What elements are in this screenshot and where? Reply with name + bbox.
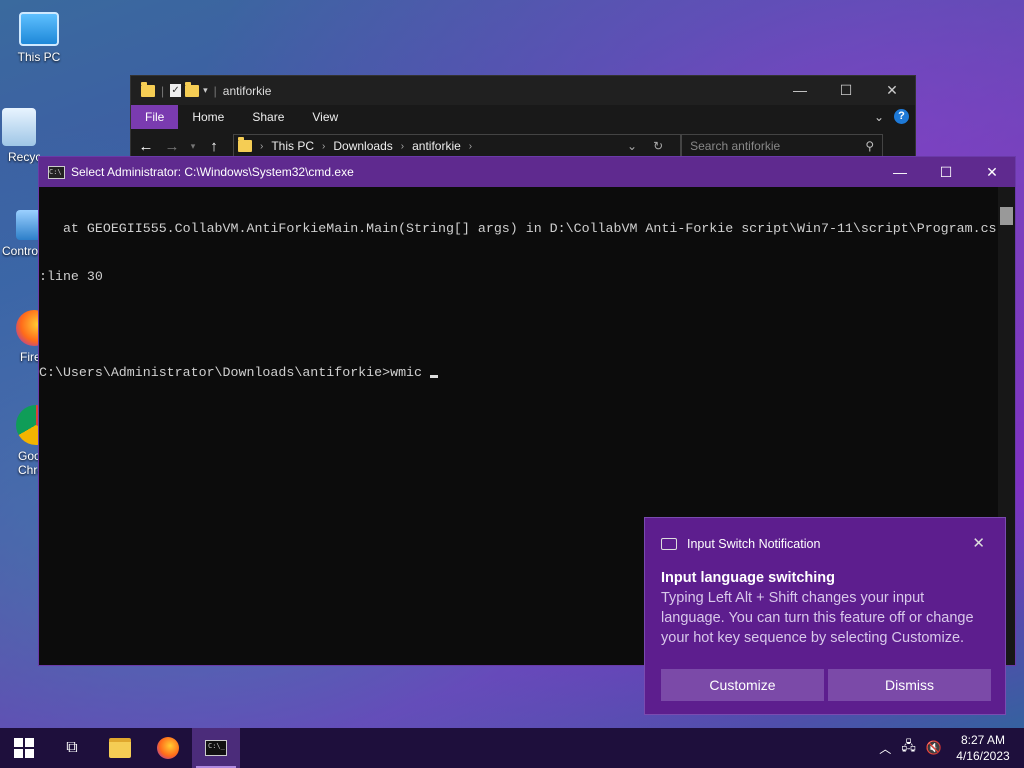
system-tray: ︿ 🖧 🔇 8:27 AM 4/16/2023 <box>879 728 1024 768</box>
chevron-right-icon[interactable]: › <box>322 141 325 152</box>
keyboard-icon <box>661 538 677 550</box>
breadcrumb-antiforkie[interactable]: antiforkie <box>412 139 461 153</box>
clock-date: 4/16/2023 <box>956 749 1010 763</box>
search-input[interactable]: Search antiforkie ⚲ <box>681 134 884 158</box>
cmd-maximize-button[interactable]: ☐ <box>923 157 969 187</box>
chevron-down-icon[interactable]: ▾ <box>203 85 208 96</box>
taskbar: ⧉ C:\_ ︿ 🖧 🔇 8:27 AM 4/16/2023 <box>0 728 1024 768</box>
back-arrow-icon[interactable]: ← <box>135 138 157 155</box>
new-folder-icon[interactable] <box>185 81 200 97</box>
cmd-close-button[interactable]: ✕ <box>969 157 1015 187</box>
customize-button[interactable]: Customize <box>661 669 824 701</box>
notification-header: Input Switch Notification ✕ <box>645 518 1005 570</box>
cmd-icon: C:\_ <box>205 740 227 756</box>
this-pc-icon <box>19 12 59 46</box>
console-line: at GEOEGII555.CollabVM.AntiForkieMain.Ma… <box>39 221 997 236</box>
breadcrumb-downloads[interactable]: Downloads <box>333 139 392 153</box>
desktop-icon-label: Goo Chro <box>18 449 38 477</box>
chevron-up-icon[interactable]: ︿ <box>879 740 891 757</box>
network-icon[interactable]: 🖧 <box>901 737 916 759</box>
text-cursor <box>430 375 439 378</box>
desktop-icon-firefox[interactable]: Fire <box>2 310 38 364</box>
chevron-down-icon[interactable]: ⌄ <box>627 139 637 153</box>
tab-share[interactable]: Share <box>238 105 298 129</box>
chevron-right-icon[interactable]: › <box>469 141 472 152</box>
explorer-maximize-button[interactable]: ☐ <box>823 76 869 105</box>
cmd-icon: C:\ <box>48 165 65 179</box>
search-placeholder: Search antiforkie <box>690 139 781 153</box>
cmd-title: Select Administrator: C:\Windows\System3… <box>71 165 354 179</box>
refresh-icon[interactable]: ↻ <box>653 139 663 153</box>
start-button[interactable] <box>0 728 48 768</box>
taskbar-cmd[interactable]: C:\_ <box>192 728 240 768</box>
notification-title: Input language switching <box>661 570 835 586</box>
explorer-title: antiforkie <box>222 83 272 98</box>
desktop-icon-recycle-bin[interactable]: Recyc <box>2 108 40 164</box>
properties-icon[interactable]: ✓ <box>170 84 182 97</box>
desktop-icon-label: This PC <box>17 50 61 64</box>
file-explorer-icon <box>109 738 131 758</box>
clock[interactable]: 8:27 AM 4/16/2023 <box>952 732 1014 764</box>
forward-arrow-icon[interactable]: → <box>161 138 183 155</box>
desktop-icon-label: Recyc <box>8 150 40 164</box>
tab-home[interactable]: Home <box>178 105 238 129</box>
console-line: :line 30 <box>39 269 103 284</box>
firefox-icon <box>157 737 179 759</box>
console-prompt-line[interactable]: C:\Users\Administrator\Downloads\antifor… <box>39 365 998 381</box>
chevron-right-icon[interactable]: › <box>260 141 263 152</box>
breadcrumb-this-pc[interactable]: This PC <box>271 139 314 153</box>
dismiss-button[interactable]: Dismiss <box>828 669 991 701</box>
taskbar-file-explorer[interactable] <box>96 728 144 768</box>
notification-app-name: Input Switch Notification <box>687 537 821 551</box>
firefox-icon <box>16 310 38 346</box>
chevron-down-icon[interactable]: ▾ <box>187 141 199 152</box>
help-icon[interactable]: ? <box>894 109 909 124</box>
desktop-icon-label: Fire <box>20 350 38 364</box>
cmd-titlebar[interactable]: C:\ Select Administrator: C:\Windows\Sys… <box>39 157 1015 187</box>
desktop-icon-chrome[interactable]: Goo Chro <box>2 405 38 477</box>
desktop-icon-this-pc[interactable]: This PC <box>4 10 74 64</box>
control-panel-icon <box>16 210 38 240</box>
tab-view[interactable]: View <box>298 105 352 129</box>
explorer-titlebar[interactable]: | ✓ ▾ | antiforkie — ☐ ✕ <box>131 76 915 105</box>
folder-icon <box>141 81 155 97</box>
volume-muted-icon[interactable]: 🔇 <box>926 740 942 756</box>
task-view-button[interactable]: ⧉ <box>48 728 96 768</box>
desktop-icon-control-panel[interactable]: Contro <box>2 210 38 258</box>
cmd-minimize-button[interactable]: — <box>877 157 923 187</box>
ribbon-expand-icon[interactable]: ⌄ <box>874 110 884 124</box>
input-switch-notification[interactable]: Input Switch Notification ✕ Input langua… <box>644 517 1006 715</box>
task-view-icon: ⧉ <box>66 739 78 756</box>
folder-icon <box>238 137 252 152</box>
windows-logo-icon <box>14 738 34 758</box>
tab-file[interactable]: File <box>131 105 179 129</box>
notification-close-button[interactable]: ✕ <box>972 534 985 552</box>
taskbar-firefox[interactable] <box>144 728 192 768</box>
notification-body: Typing Left Alt + Shift changes your inp… <box>661 590 974 646</box>
desktop-icon-label: Contro <box>2 244 38 258</box>
console-prompt: C:\Users\Administrator\Downloads\antifor… <box>39 365 423 380</box>
scrollbar-thumb[interactable] <box>1000 207 1013 225</box>
address-bar[interactable]: › This PC › Downloads › antiforkie › <box>233 134 681 158</box>
explorer-ribbon-tabs: File Home Share View ⌄ ? <box>131 105 915 129</box>
chevron-right-icon[interactable]: › <box>401 141 404 152</box>
clock-time: 8:27 AM <box>960 733 1006 747</box>
search-icon: ⚲ <box>865 139 875 153</box>
chrome-icon <box>16 405 38 445</box>
up-arrow-icon[interactable]: ↑ <box>203 138 225 155</box>
recycle-bin-icon <box>2 108 36 146</box>
explorer-close-button[interactable]: ✕ <box>869 76 915 105</box>
explorer-minimize-button[interactable]: — <box>777 76 823 105</box>
